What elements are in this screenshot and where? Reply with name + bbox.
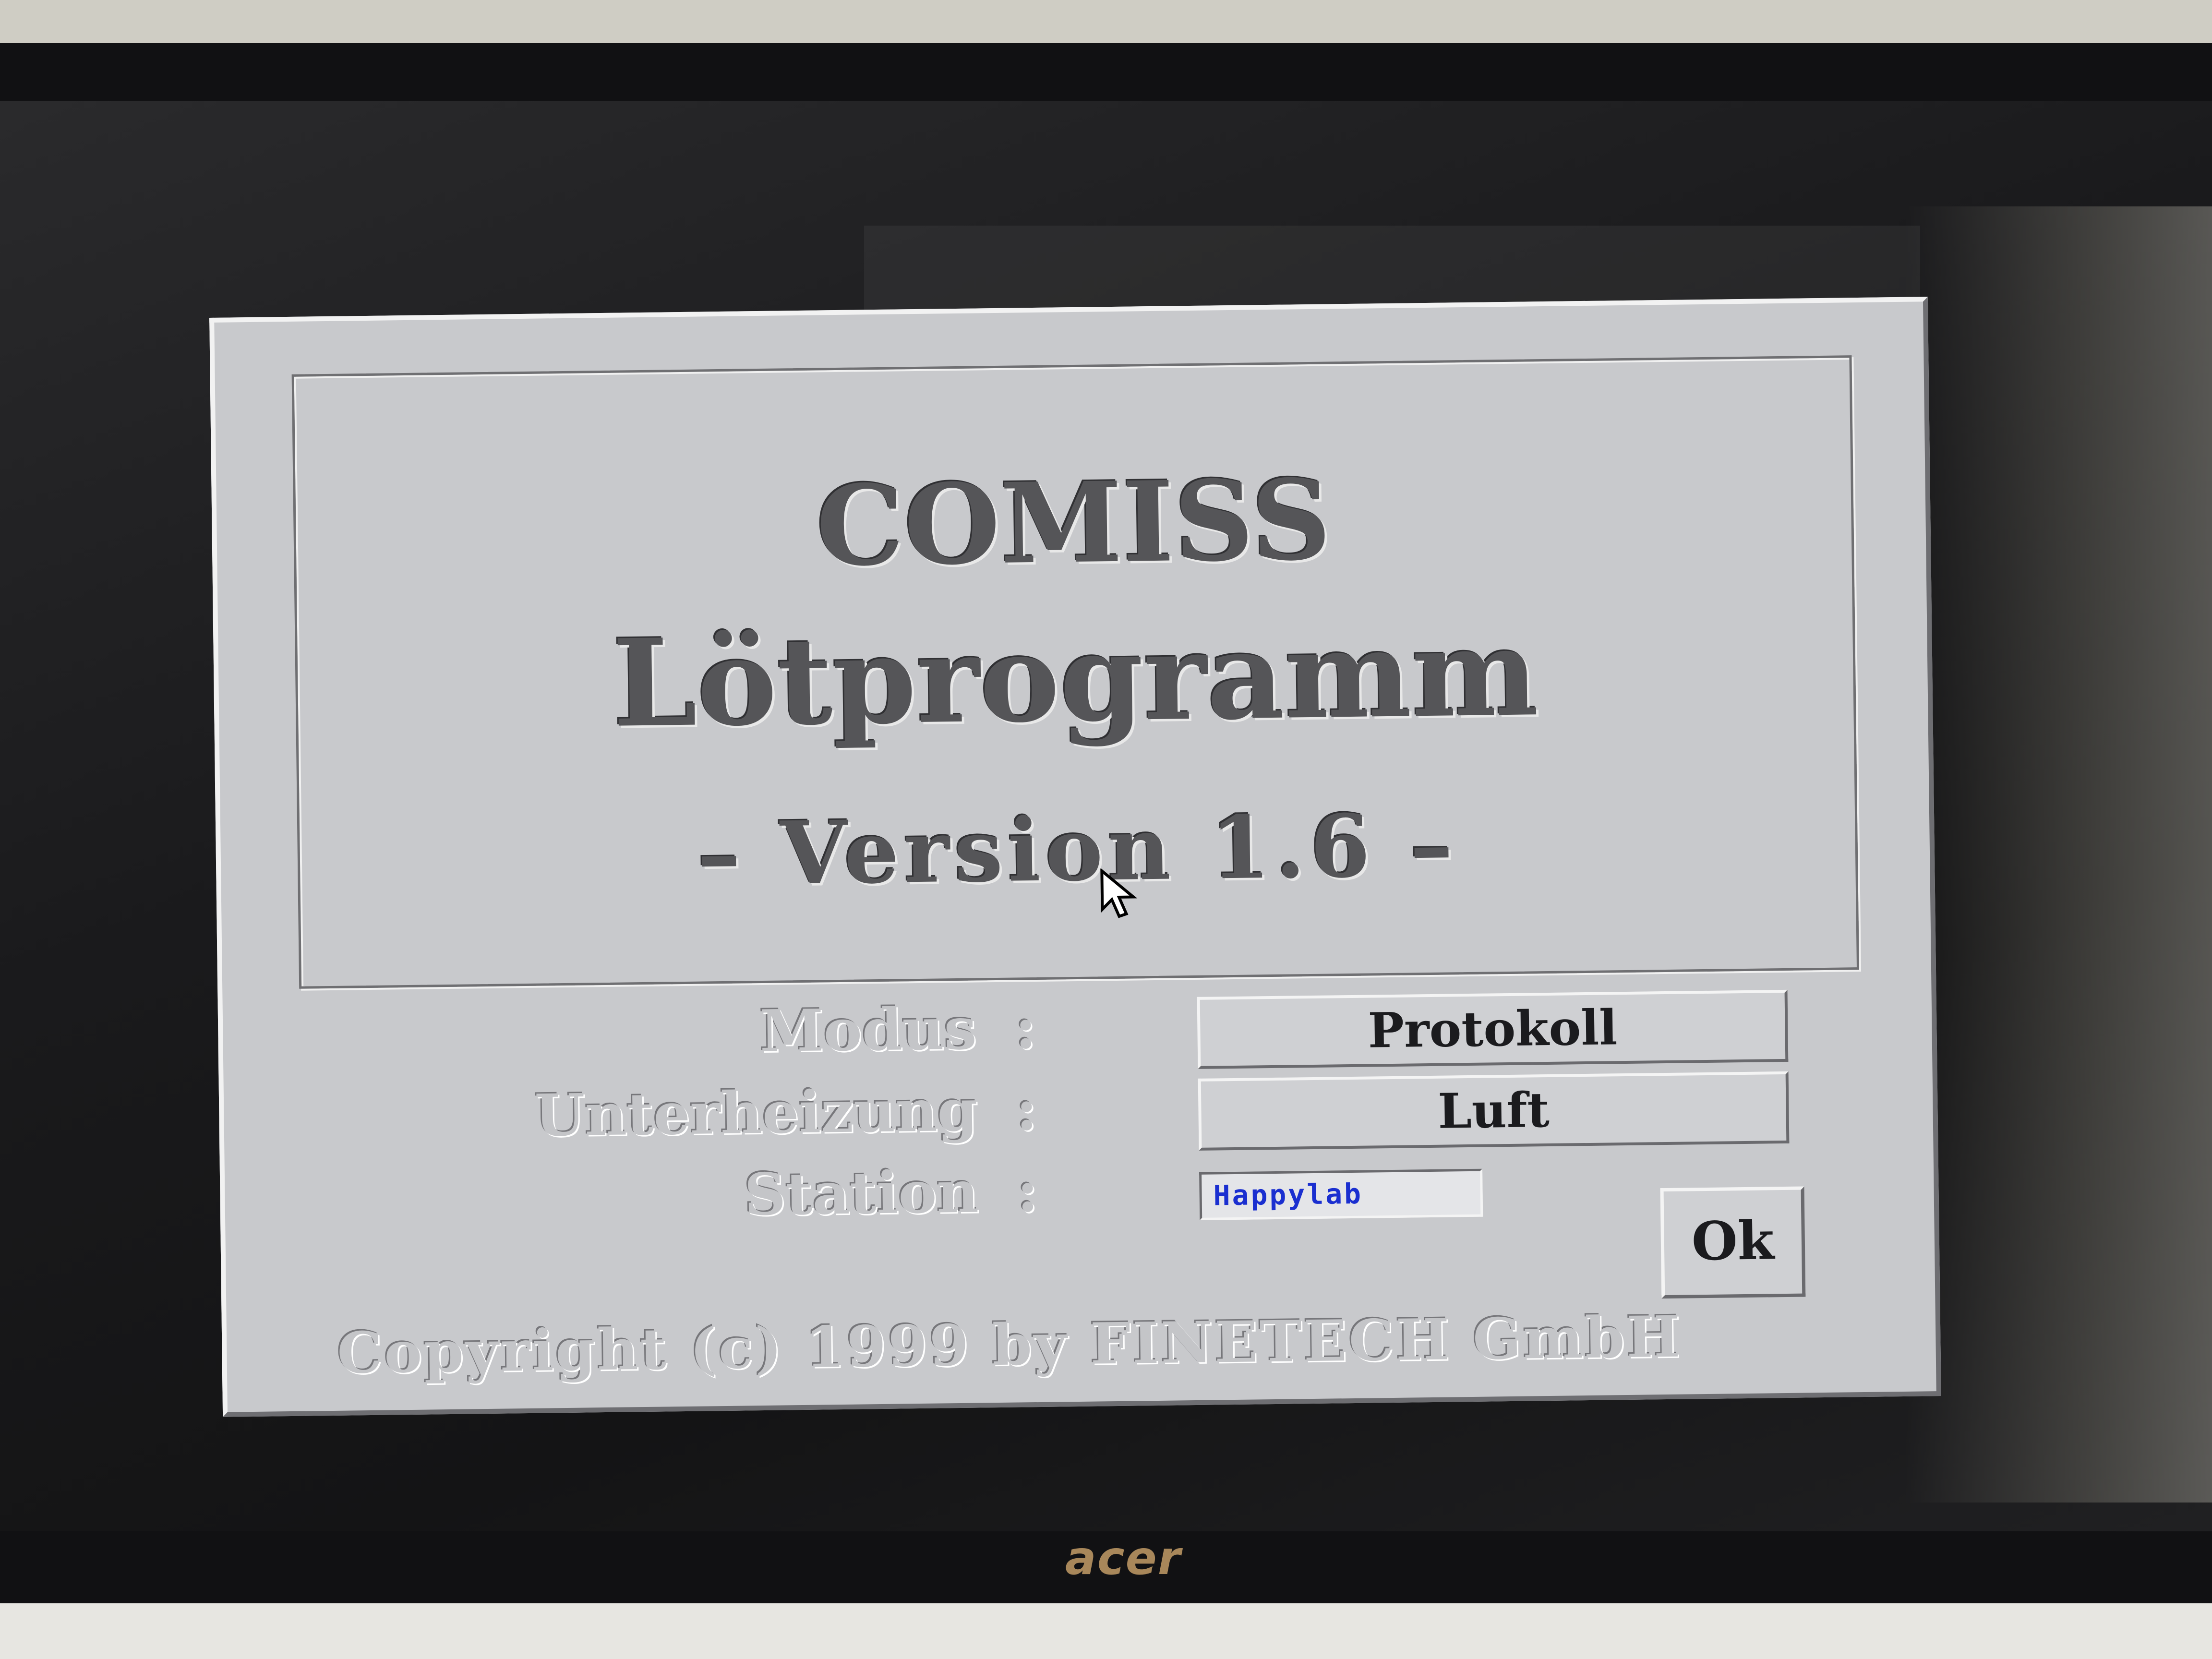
preheat-button[interactable]: Luft bbox=[1198, 1071, 1790, 1151]
station-input[interactable]: Happylab bbox=[1199, 1168, 1483, 1220]
monitor-brand-logo: acer bbox=[1065, 1531, 1182, 1585]
splash-dialog: COMISS Lötprogramm – Version 1.6 – Modus… bbox=[209, 297, 1941, 1417]
station-label: Station bbox=[744, 1158, 979, 1229]
copyright-text: Copyright (c) 1999 by FINETECH GmbH bbox=[337, 1303, 1683, 1386]
mouse-pointer-icon bbox=[1100, 868, 1138, 918]
mode-colon: : bbox=[1014, 994, 1037, 1062]
screen-reflection bbox=[1905, 206, 2212, 1503]
title-panel: COMISS Lötprogramm – Version 1.6 – bbox=[291, 355, 1859, 989]
program-title: Lötprogramm bbox=[612, 601, 1539, 754]
station-colon: : bbox=[1016, 1157, 1039, 1226]
ok-button[interactable]: Ok bbox=[1660, 1186, 1806, 1299]
preheat-colon: : bbox=[1015, 1076, 1038, 1144]
version-text: – Version 1.6 – bbox=[697, 794, 1459, 905]
mode-label: Modus bbox=[759, 995, 977, 1066]
preheat-label: Unterheizung bbox=[534, 1076, 978, 1150]
desk-surface bbox=[0, 1603, 2212, 1659]
app-name: COMISS bbox=[815, 455, 1332, 591]
mode-button[interactable]: Protokoll bbox=[1197, 989, 1789, 1069]
